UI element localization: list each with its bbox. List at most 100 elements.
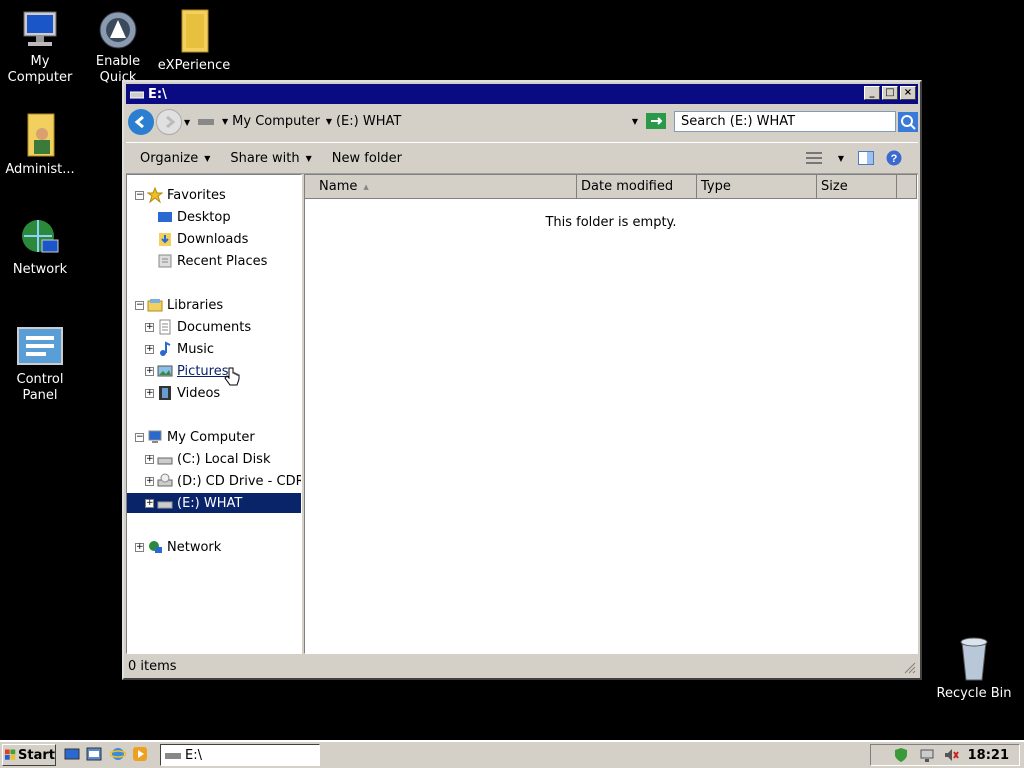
tree-drive-c[interactable]: + (C:) Local Disk [145, 449, 270, 469]
column-label: Date modified [581, 179, 674, 194]
back-arrow-icon [134, 115, 144, 129]
column-type[interactable]: Type [697, 175, 817, 199]
show-desktop-icon[interactable] [64, 746, 80, 762]
explorer-window: E:\ _ □ × ▼ ▼ My Computer ▼ (E:) WHAT ▼ … [122, 80, 922, 680]
desktop-icon-enable-quicklook[interactable]: Enable Quick [78, 8, 158, 86]
file-list[interactable]: Name ▲ Date modified Type Size This fold… [304, 174, 918, 654]
organize-button[interactable]: Organize ▼ [140, 151, 210, 166]
expand-icon[interactable]: + [135, 542, 144, 552]
start-button[interactable]: Start [2, 744, 56, 766]
preview-pane-icon[interactable] [858, 151, 874, 165]
expand-icon[interactable]: + [145, 366, 154, 376]
internet-explorer-icon[interactable] [110, 746, 126, 762]
tree-videos[interactable]: + Videos [145, 383, 220, 403]
address-dropdown-icon[interactable]: ▼ [632, 117, 638, 126]
desktop-icon-my-computer[interactable]: My Computer [0, 8, 80, 86]
desktop-icon-network[interactable]: Network [0, 216, 80, 278]
resize-grip-icon[interactable] [904, 662, 916, 674]
column-filler [897, 175, 917, 199]
pictures-icon [157, 365, 173, 377]
collapse-icon[interactable]: − [135, 300, 144, 310]
help-icon[interactable]: ? [886, 150, 902, 166]
libraries-icon [147, 299, 163, 312]
expand-icon[interactable]: + [145, 322, 154, 332]
refresh-icon[interactable] [646, 113, 666, 129]
tree-drive-d[interactable]: + (D:) CD Drive - CDR [145, 471, 301, 491]
forward-button[interactable] [156, 109, 182, 135]
removable-drive-icon [157, 501, 173, 509]
tree-libraries[interactable]: − Libraries [135, 295, 223, 315]
new-folder-button[interactable]: New folder [332, 151, 402, 166]
tree-drive-e[interactable]: + (E:) WHAT [127, 493, 301, 513]
recycle-bin-icon [960, 637, 988, 681]
clock[interactable]: 18:21 [968, 748, 1009, 763]
computer-icon [148, 430, 162, 443]
media-player-icon[interactable] [132, 746, 148, 762]
collapse-icon[interactable]: − [135, 432, 144, 442]
tree-favorites[interactable]: − Favorites [135, 185, 226, 205]
item-count: 0 items [128, 658, 177, 674]
share-with-button[interactable]: Share with ▼ [230, 151, 311, 166]
desktop-icon-label: eXPerience [157, 58, 231, 73]
tree-my-computer[interactable]: − My Computer [135, 427, 255, 447]
network-tray-icon[interactable] [919, 747, 935, 763]
expand-icon[interactable]: + [145, 454, 154, 464]
taskbar-item-explorer[interactable]: E:\ [160, 744, 320, 766]
expand-icon[interactable]: + [145, 388, 154, 398]
drive-icon [165, 753, 181, 759]
volume-muted-icon[interactable] [943, 747, 959, 763]
windows-logo-icon [5, 749, 16, 760]
tree-downloads[interactable]: Downloads [157, 229, 248, 249]
desktop-icon-experience[interactable]: eXPerience [154, 8, 234, 74]
system-tray: 18:21 [870, 744, 1020, 766]
tree-pictures[interactable]: + Pictures [145, 361, 228, 381]
network-icon [149, 541, 162, 553]
view-dropdown-icon[interactable]: ▼ [838, 154, 844, 163]
back-button[interactable] [128, 109, 154, 135]
expand-icon[interactable]: + [145, 344, 154, 354]
address-bar[interactable]: ▼ My Computer ▼ (E:) WHAT ▼ [198, 110, 668, 132]
tree-music[interactable]: + Music [145, 339, 214, 359]
desktop-icon-label: Control Panel [16, 372, 64, 403]
explorer-quicklaunch-icon[interactable] [86, 746, 102, 762]
svg-text:?: ? [891, 153, 898, 165]
search-input[interactable]: Search (E:) WHAT [674, 111, 896, 132]
column-label: Name [319, 179, 358, 194]
column-name[interactable]: Name ▲ [305, 175, 577, 199]
tree-label: Documents [177, 319, 252, 335]
search-icon[interactable] [898, 112, 918, 132]
expand-icon[interactable]: + [145, 476, 154, 486]
title-bar[interactable]: E:\ _ □ × [126, 84, 918, 104]
tree-label: Desktop [177, 209, 231, 225]
column-date-modified[interactable]: Date modified [577, 175, 697, 199]
desktop-icon-control-panel[interactable]: Control Panel [0, 326, 80, 404]
desktop-icon-administrator[interactable]: Administ... [0, 112, 80, 178]
column-label: Type [701, 179, 731, 194]
status-bar: 0 items [126, 656, 918, 676]
breadcrumb-my-computer[interactable]: My Computer [232, 114, 320, 129]
tree-label: My Computer [167, 429, 255, 445]
maximize-button[interactable]: □ [882, 86, 898, 100]
address-row: ▼ ▼ My Computer ▼ (E:) WHAT ▼ Search (E:… [128, 106, 918, 138]
tree-recent-places[interactable]: Recent Places [157, 251, 267, 271]
expand-icon[interactable]: + [145, 498, 154, 508]
quicklook-icon [99, 11, 137, 49]
tree-label: Pictures [177, 363, 229, 379]
collapse-icon[interactable]: − [135, 190, 144, 200]
tree-documents[interactable]: + Documents [145, 317, 251, 337]
column-size[interactable]: Size [817, 175, 897, 199]
desktop-icon-recycle-bin[interactable]: Recycle Bin [934, 636, 1014, 702]
organize-label: Organize [140, 150, 199, 166]
minimize-button[interactable]: _ [864, 86, 880, 100]
tree-network[interactable]: + Network [135, 537, 221, 557]
command-bar: Organize ▼ Share with ▼ New folder ▼ ? [126, 142, 918, 174]
chevron-down-icon[interactable]: ▼ [326, 117, 332, 126]
breadcrumb-drive-e[interactable]: (E:) WHAT [336, 114, 401, 129]
security-shield-icon[interactable] [893, 747, 909, 763]
chevron-down-icon: ▼ [305, 153, 312, 163]
tree-desktop[interactable]: Desktop [157, 207, 231, 227]
recent-pages-icon[interactable]: ▼ [184, 118, 190, 127]
view-options-icon[interactable] [806, 152, 822, 164]
forward-arrow-icon [166, 115, 176, 129]
close-button[interactable]: × [900, 86, 916, 100]
